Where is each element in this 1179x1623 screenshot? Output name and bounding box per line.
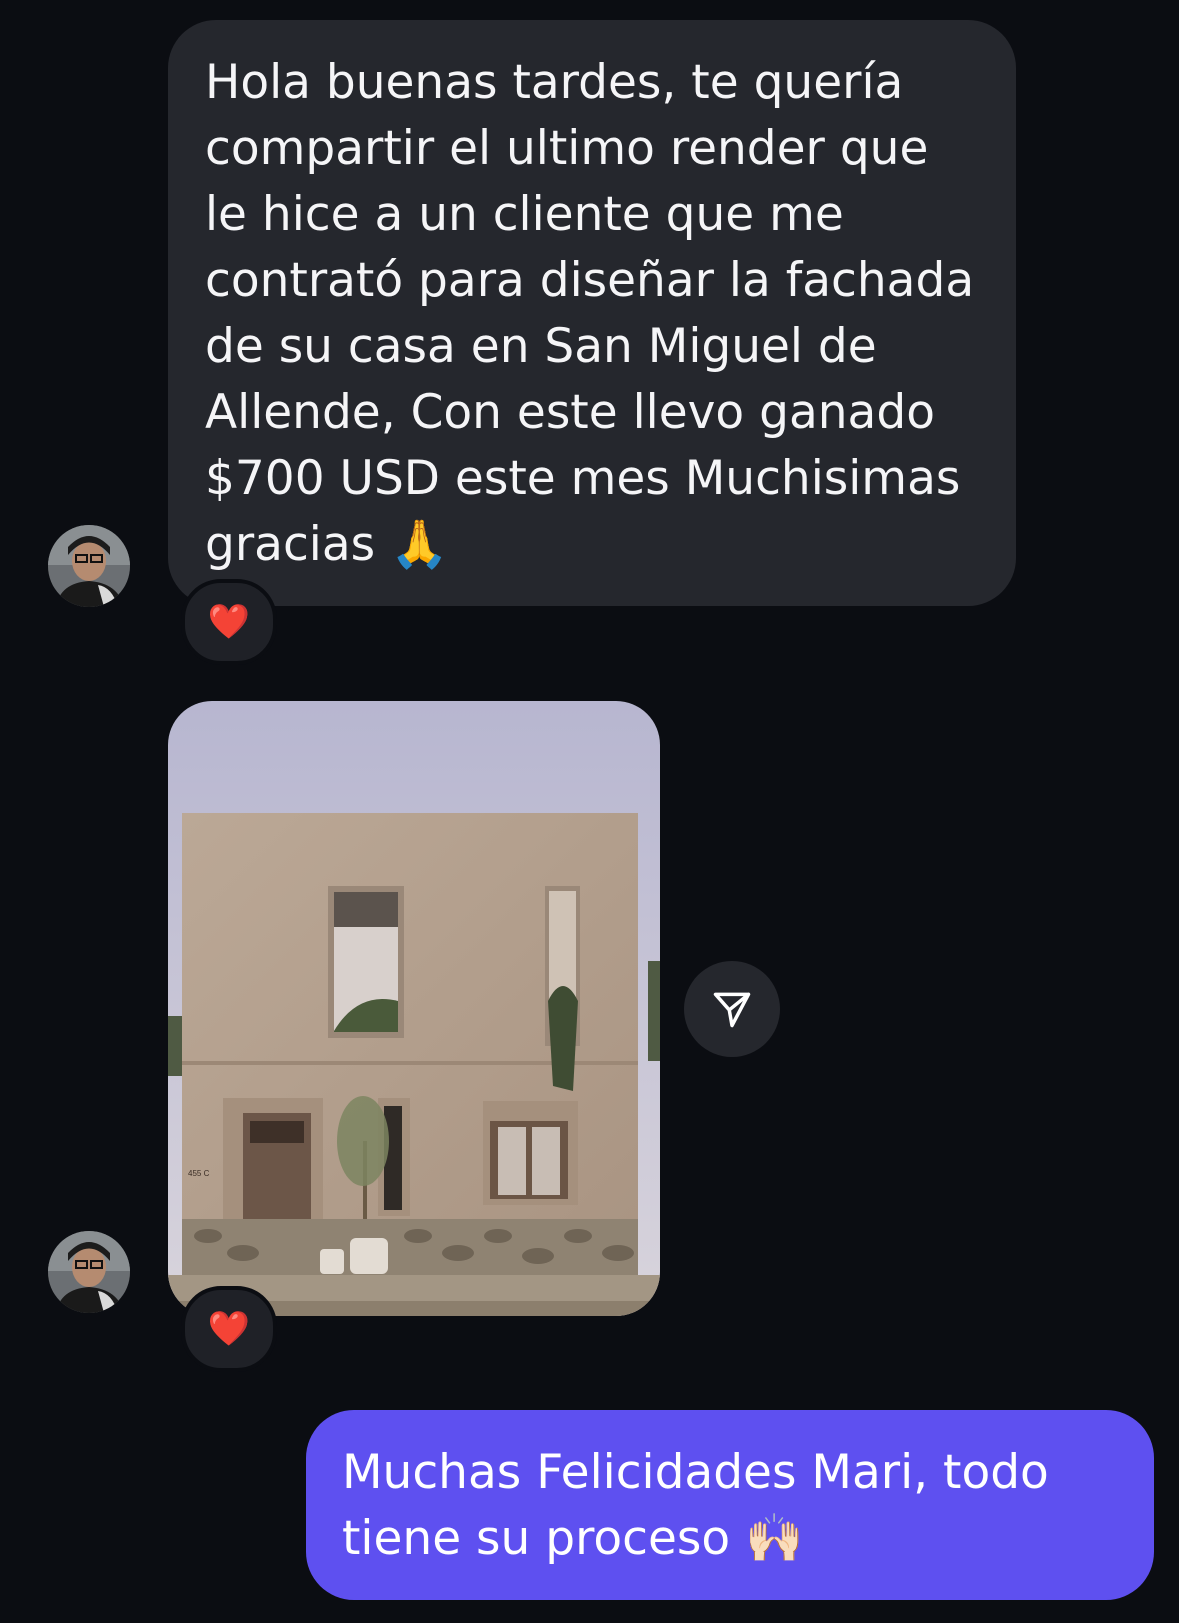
- avatar-photo: [48, 1231, 130, 1313]
- avatar-photo: [48, 525, 130, 607]
- heart-reaction[interactable]: ❤️: [181, 1286, 277, 1372]
- heart-icon: ❤️: [207, 1309, 251, 1349]
- incoming-message-bubble[interactable]: Hola buenas tardes, te quería compartir …: [168, 20, 1016, 606]
- image-message[interactable]: 455 C: [168, 701, 660, 1316]
- outgoing-message-text: Muchas Felicidades Mari, todo tiene su p…: [342, 1445, 1049, 1566]
- heart-reaction[interactable]: ❤️: [181, 579, 277, 665]
- house-render-image: 455 C: [168, 701, 660, 1316]
- house-number: 455 C: [188, 1169, 210, 1178]
- paper-plane-icon: [713, 992, 751, 1028]
- incoming-message-text: Hola buenas tardes, te quería compartir …: [205, 55, 975, 572]
- sender-avatar[interactable]: [48, 1231, 130, 1313]
- sender-avatar[interactable]: [48, 525, 130, 607]
- heart-icon: ❤️: [207, 602, 251, 642]
- outgoing-message-bubble[interactable]: Muchas Felicidades Mari, todo tiene su p…: [306, 1410, 1154, 1600]
- share-button[interactable]: [684, 961, 780, 1057]
